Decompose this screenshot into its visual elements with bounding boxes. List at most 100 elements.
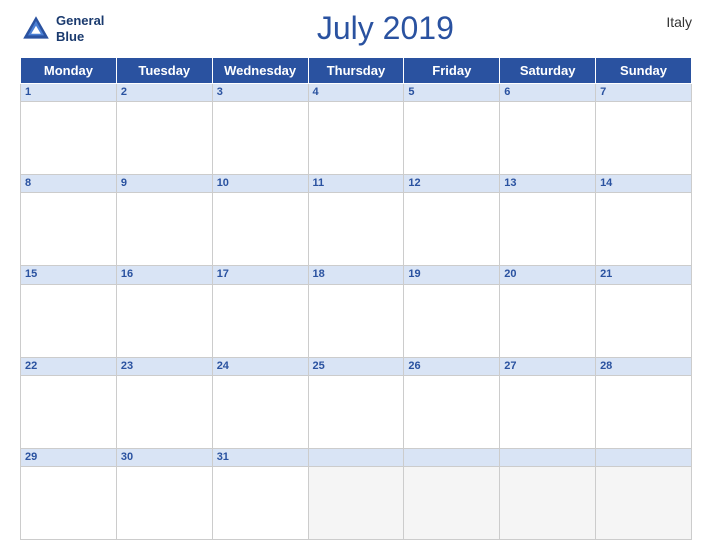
day-num-cell: 6 [500, 84, 596, 102]
day-content-cell [21, 284, 117, 357]
day-content-cell [212, 193, 308, 266]
day-content-cell [116, 466, 212, 539]
day-content-cell [308, 466, 404, 539]
day-number: 18 [313, 268, 400, 280]
day-num-cell: 26 [404, 357, 500, 375]
day-number: 9 [121, 177, 208, 189]
day-content-cell [500, 375, 596, 448]
day-content-cell [404, 284, 500, 357]
logo: General Blue [20, 13, 104, 45]
day-num-cell: 23 [116, 357, 212, 375]
day-content-cell [404, 466, 500, 539]
day-number: 21 [600, 268, 687, 280]
day-content-cell [21, 193, 117, 266]
day-num-cell: 22 [21, 357, 117, 375]
day-num-cell [500, 448, 596, 466]
col-saturday: Saturday [500, 58, 596, 84]
day-number: 8 [25, 177, 112, 189]
day-number: 17 [217, 268, 304, 280]
week-content-row-4 [21, 375, 692, 448]
day-number: 30 [121, 451, 208, 463]
day-number: 25 [313, 360, 400, 372]
day-num-cell: 27 [500, 357, 596, 375]
day-content-cell [308, 102, 404, 175]
day-num-cell: 15 [21, 266, 117, 284]
week-num-row-3: 15 16 17 18 19 20 21 [21, 266, 692, 284]
day-number: 19 [408, 268, 495, 280]
day-num-cell: 10 [212, 175, 308, 193]
page-header: General Blue July 2019 Italy [20, 10, 692, 47]
day-content-cell [308, 375, 404, 448]
day-number: 15 [25, 268, 112, 280]
day-num-cell: 8 [21, 175, 117, 193]
week-content-row-1 [21, 102, 692, 175]
col-wednesday: Wednesday [212, 58, 308, 84]
day-num-cell: 5 [404, 84, 500, 102]
day-num-cell: 4 [308, 84, 404, 102]
day-num-cell [308, 448, 404, 466]
day-number: 20 [504, 268, 591, 280]
day-num-cell: 31 [212, 448, 308, 466]
calendar-title: July 2019 [317, 10, 454, 47]
calendar-table: Monday Tuesday Wednesday Thursday Friday… [20, 57, 692, 540]
country-label: Italy [666, 14, 692, 30]
week-num-row-1: 1234567 [21, 84, 692, 102]
day-num-cell: 17 [212, 266, 308, 284]
day-number: 13 [504, 177, 591, 189]
day-content-cell [308, 284, 404, 357]
day-content-cell [596, 193, 692, 266]
week-content-row-5 [21, 466, 692, 539]
day-content-cell [404, 102, 500, 175]
day-number: 23 [121, 360, 208, 372]
day-num-cell: 20 [500, 266, 596, 284]
day-content-cell [596, 375, 692, 448]
week-num-row-2: 89 10 11 12 13 14 [21, 175, 692, 193]
day-num-cell: 7 [596, 84, 692, 102]
day-content-cell [596, 284, 692, 357]
day-content-cell [500, 284, 596, 357]
day-number: 7 [600, 86, 687, 98]
day-num-cell: 11 [308, 175, 404, 193]
day-num-cell [404, 448, 500, 466]
logo-text: General Blue [56, 13, 104, 44]
day-number: 29 [25, 451, 112, 463]
day-content-cell [212, 375, 308, 448]
week-content-row-2 [21, 193, 692, 266]
day-number: 2 [121, 86, 208, 98]
col-sunday: Sunday [596, 58, 692, 84]
day-content-cell [500, 102, 596, 175]
day-content-cell [404, 193, 500, 266]
day-number: 24 [217, 360, 304, 372]
day-content-cell [21, 466, 117, 539]
day-num-cell [596, 448, 692, 466]
col-monday: Monday [21, 58, 117, 84]
day-number: 6 [504, 86, 591, 98]
col-friday: Friday [404, 58, 500, 84]
day-number: 14 [600, 177, 687, 189]
day-num-cell: 16 [116, 266, 212, 284]
day-content-cell [308, 193, 404, 266]
day-number: 10 [217, 177, 304, 189]
week-num-row-4: 22232425262728 [21, 357, 692, 375]
day-content-cell [212, 102, 308, 175]
day-num-cell: 24 [212, 357, 308, 375]
day-num-cell: 13 [500, 175, 596, 193]
day-content-cell [212, 284, 308, 357]
col-tuesday: Tuesday [116, 58, 212, 84]
day-num-cell: 30 [116, 448, 212, 466]
day-num-cell: 9 [116, 175, 212, 193]
day-num-cell: 1 [21, 84, 117, 102]
day-content-cell [116, 193, 212, 266]
day-num-cell: 18 [308, 266, 404, 284]
logo-icon [20, 13, 52, 45]
day-num-cell: 21 [596, 266, 692, 284]
day-number: 4 [313, 86, 400, 98]
day-content-cell [212, 466, 308, 539]
day-number: 12 [408, 177, 495, 189]
day-number: 1 [25, 86, 112, 98]
day-number: 16 [121, 268, 208, 280]
day-num-cell: 3 [212, 84, 308, 102]
day-number: 31 [217, 451, 304, 463]
day-number: 26 [408, 360, 495, 372]
day-num-cell: 12 [404, 175, 500, 193]
